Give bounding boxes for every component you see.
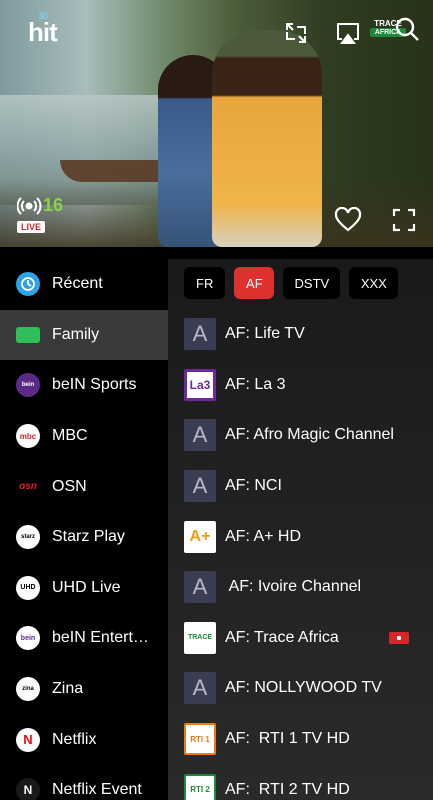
uhd-live-logo-icon: UHD xyxy=(16,575,40,600)
sidebar-item-label: Netflix Event xyxy=(52,781,142,799)
fullscreen-icon[interactable] xyxy=(389,205,419,235)
live-flag-icon xyxy=(389,631,409,644)
channel-list-pane: FR AF DSTV XXX A AF: Life TV La3 AF: La … xyxy=(168,259,433,800)
channel-logo: RTI 2 xyxy=(184,773,216,800)
category-sidebar: Récent Family bein beIN Sports mbc MBC o… xyxy=(0,259,168,800)
channel-name: AF: A+ HD xyxy=(225,527,302,545)
video-frame-person-right xyxy=(212,30,322,247)
sidebar-item-label: Zina xyxy=(52,680,84,698)
sidebar-item-uhd-live[interactable]: UHD UHD Live xyxy=(0,563,168,614)
live-indicator: 16 LIVE xyxy=(17,193,65,233)
clock-icon xyxy=(16,272,40,297)
channel-row[interactable]: TRACE AF: Trace Africa xyxy=(168,613,433,664)
channel-row[interactable]: A AF: Life TV xyxy=(168,309,433,360)
filter-chip-xxx[interactable]: XXX xyxy=(349,267,399,299)
sidebar-item-label: Netflix xyxy=(52,730,97,748)
channel-logo: A xyxy=(184,672,216,705)
channel-logo: TRACE xyxy=(184,621,216,654)
channel-row[interactable]: La3 AF: La 3 xyxy=(168,360,433,411)
sidebar-item-label: Récent xyxy=(52,275,103,293)
sidebar-item-recent[interactable]: Récent xyxy=(0,259,168,310)
channel-logo: A+ xyxy=(184,520,216,553)
filter-chips: FR AF DSTV XXX xyxy=(168,259,433,309)
channel-name: AF: Life TV xyxy=(225,325,305,343)
channel-name: AF: NOLLYWOOD TV xyxy=(225,679,382,697)
sidebar-item-label: UHD Live xyxy=(52,578,121,596)
sidebar-item-family[interactable]: Family xyxy=(0,309,168,361)
search-icon[interactable] xyxy=(392,14,422,44)
sidebar-item-osn[interactable]: osn OSN xyxy=(0,461,168,512)
channel-row[interactable]: RTI 1 AF: RTI 1 TV HD xyxy=(168,714,433,765)
heart-icon[interactable] xyxy=(333,205,363,235)
sidebar-item-bein-sports[interactable]: bein beIN Sports xyxy=(0,360,168,411)
channel-watermark-logo: 30 hit xyxy=(28,11,58,48)
channel-number: 16 xyxy=(43,195,64,215)
sidebar-item-starz-play[interactable]: starz Starz Play xyxy=(0,512,168,563)
channel-name: AF: RTI 1 TV HD xyxy=(225,730,350,748)
bein-sports-logo-icon: bein xyxy=(16,373,40,398)
video-player[interactable]: 30 hit TRACE AFRICA 16 LIVE xyxy=(0,0,433,247)
channel-row[interactable]: A AF: NOLLYWOOD TV xyxy=(168,663,433,714)
sidebar-item-label: MBC xyxy=(52,427,88,445)
sidebar-item-label: beIN Entert… xyxy=(52,629,149,647)
tv-icon xyxy=(16,326,40,343)
sidebar-item-label: beIN Sports xyxy=(52,376,137,394)
channel-logo: RTI 1 xyxy=(184,723,216,756)
sidebar-item-zina[interactable]: zina Zina xyxy=(0,664,168,715)
starz-play-logo-icon: starz xyxy=(16,525,40,550)
sidebar-item-mbc[interactable]: mbc MBC xyxy=(0,411,168,462)
channel-name: AF: Afro Magic Channel xyxy=(225,426,394,444)
sidebar-item-label: OSN xyxy=(52,477,87,495)
channel-row[interactable]: A AF: Afro Magic Channel xyxy=(168,410,433,461)
channel-logo: A xyxy=(184,419,216,452)
channel-name: AF: La 3 xyxy=(225,375,286,393)
broadcast-icon xyxy=(17,197,42,215)
filter-chip-fr[interactable]: FR xyxy=(184,267,226,299)
channel-logo: A xyxy=(184,470,216,503)
airplay-icon[interactable] xyxy=(333,18,363,48)
sidebar-item-bein-entertainment[interactable]: bein beIN Entert… xyxy=(0,613,168,664)
sidebar-item-label: Family xyxy=(52,325,100,343)
netflix-event-logo-icon: N xyxy=(16,778,40,800)
bein-entertainment-logo-icon: bein xyxy=(16,626,40,651)
channel-row[interactable]: A+ AF: A+ HD xyxy=(168,511,433,562)
mbc-logo-icon: mbc xyxy=(16,424,40,449)
channel-name: AF: Ivoire Channel xyxy=(225,578,362,596)
filter-chip-af[interactable]: AF xyxy=(234,267,275,299)
netflix-logo-icon: N xyxy=(16,727,40,752)
channel-name: AF: Trace Africa xyxy=(225,628,339,646)
channel-logo: La3 xyxy=(184,368,216,401)
zina-logo-icon: zina xyxy=(16,677,40,702)
sidebar-item-netflix[interactable]: N Netflix xyxy=(0,714,168,765)
channel-row[interactable]: A AF: NCI xyxy=(168,461,433,512)
channel-row[interactable]: RTI 2 AF: RTI 2 TV HD xyxy=(168,764,433,800)
sidebar-item-netflix-event[interactable]: N Netflix Event xyxy=(0,765,168,800)
filter-chip-dstv[interactable]: DSTV xyxy=(283,267,341,299)
channel-name: AF: NCI xyxy=(225,477,282,495)
logo-superscript: 30 xyxy=(38,11,48,22)
channel-logo: A xyxy=(184,571,216,604)
sidebar-item-label: Starz Play xyxy=(52,528,125,546)
osn-logo-icon: osn xyxy=(19,481,37,493)
channel-name: AF: RTI 2 TV HD xyxy=(225,780,350,798)
channel-row[interactable]: A AF: Ivoire Channel xyxy=(168,562,433,613)
channel-logo: A xyxy=(184,318,216,351)
live-badge: LIVE xyxy=(17,221,46,233)
switch-view-icon[interactable] xyxy=(281,18,311,48)
